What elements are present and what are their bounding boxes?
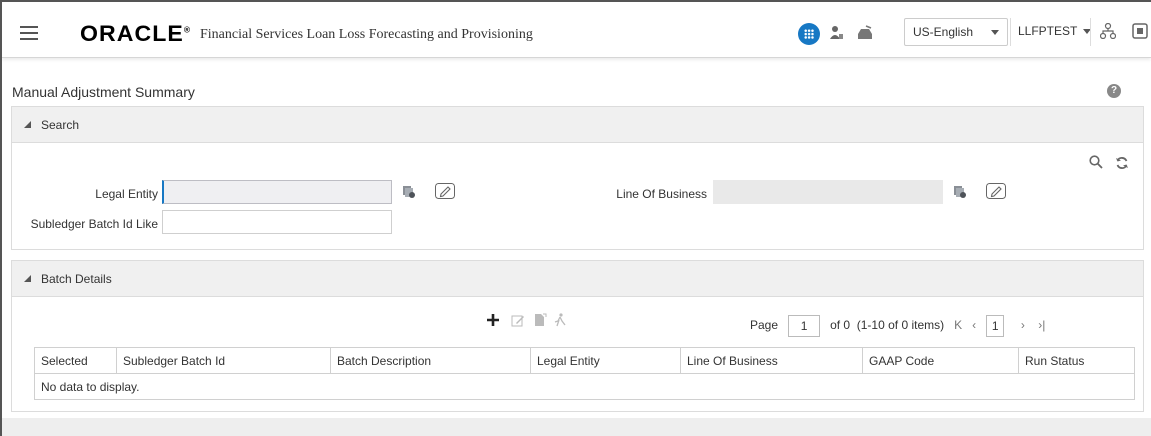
column-header[interactable]: GAAP Code [862, 347, 1019, 374]
inbox-icon[interactable] [857, 25, 873, 41]
language-value: US-English [913, 25, 974, 39]
current-page[interactable]: 1 [986, 315, 1005, 337]
column-header[interactable]: Legal Entity [530, 347, 681, 374]
edit-icon[interactable] [435, 183, 455, 199]
app-frame: ORACLE® Financial Services Loan Loss For… [0, 0, 1151, 436]
batch-table: Selected Subledger Batch Id Batch Descri… [34, 347, 1135, 400]
items-range: (1-10 of 0 items) [856, 318, 945, 333]
pagination: Page 1 of 0 (1-10 of 0 items) K ‹ 1 › ›| [750, 315, 1045, 337]
column-header[interactable]: Subledger Batch Id [116, 347, 331, 374]
page-label: Page [750, 318, 779, 333]
first-page-icon[interactable]: K [954, 318, 962, 332]
line-of-business-input[interactable] [713, 180, 943, 204]
footer-bar [2, 418, 1151, 436]
column-header[interactable]: Selected [34, 347, 117, 374]
hierarchy-browser-icon[interactable] [402, 185, 416, 199]
run-icon [554, 313, 566, 327]
window-icon[interactable] [1132, 23, 1148, 39]
divider [1010, 18, 1011, 46]
brand-text: ORACLE [80, 21, 184, 46]
hierarchy-browser-icon[interactable] [953, 185, 967, 199]
brand-mark: ® [183, 25, 191, 35]
legal-entity-input[interactable] [162, 180, 392, 204]
add-icon[interactable] [486, 313, 500, 327]
edit-icon[interactable] [986, 183, 1006, 199]
empty-message: No data to display. [34, 373, 1135, 400]
line-of-business-label: Line Of Business [616, 187, 707, 201]
language-select[interactable]: US-English [904, 18, 1008, 46]
reset-icon[interactable] [1115, 156, 1129, 170]
batch-details-header[interactable]: Batch Details [12, 261, 1143, 297]
collapse-icon [24, 121, 31, 128]
next-page-icon[interactable]: › [1021, 318, 1025, 332]
prev-page-icon[interactable]: ‹ [972, 318, 976, 332]
search-icon[interactable] [1089, 155, 1103, 169]
search-panel-title: Search [41, 117, 80, 132]
menu-icon[interactable] [20, 26, 38, 40]
copy-record-icon [535, 313, 547, 326]
search-panel-header[interactable]: Search [12, 107, 1143, 143]
last-page-icon[interactable]: ›| [1038, 318, 1045, 332]
column-header[interactable]: Line Of Business [680, 347, 863, 374]
column-header[interactable]: Run Status [1018, 347, 1135, 374]
app-header: ORACLE® Financial Services Loan Loss For… [2, 2, 1151, 58]
user-name: LLFPTEST [1018, 24, 1078, 38]
page-title: Manual Adjustment Summary [12, 84, 195, 100]
subledger-batch-label: Subledger Batch Id Like [30, 217, 158, 231]
edit-record-icon [511, 315, 524, 327]
page-input[interactable]: 1 [788, 315, 821, 337]
table-row: No data to display. [34, 373, 1135, 400]
batch-details-title: Batch Details [41, 271, 112, 286]
user-menu[interactable]: LLFPTEST [1018, 24, 1092, 38]
column-header[interactable]: Batch Description [330, 347, 531, 374]
subledger-batch-input[interactable] [162, 210, 392, 234]
chevron-down-icon [991, 30, 999, 35]
user-admin-icon[interactable] [830, 25, 844, 41]
oracle-logo: ORACLE® [80, 21, 190, 47]
hierarchy-icon[interactable] [1100, 23, 1116, 39]
table-header-row: Selected Subledger Batch Id Batch Descri… [34, 347, 1135, 374]
legal-entity-label: Legal Entity [95, 187, 158, 201]
app-title: Financial Services Loan Loss Forecasting… [200, 27, 533, 42]
divider [1090, 18, 1091, 46]
apps-grid-icon[interactable] [798, 23, 820, 45]
page-count: of 0 [830, 318, 851, 333]
help-icon[interactable]: ? [1107, 84, 1121, 98]
collapse-icon [24, 275, 31, 282]
